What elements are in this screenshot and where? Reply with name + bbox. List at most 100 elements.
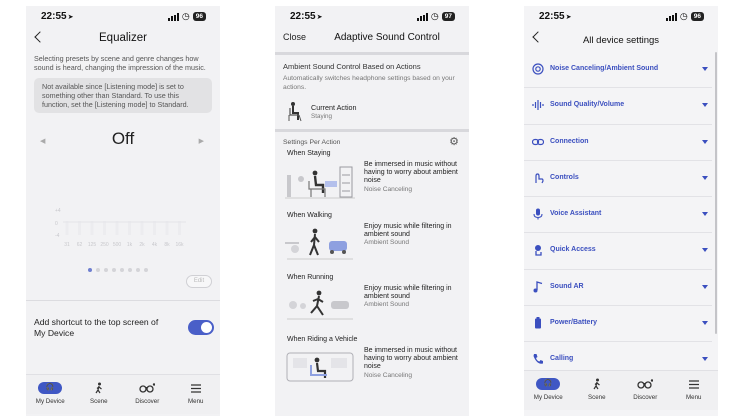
tab-scene[interactable]: Scene <box>574 371 620 401</box>
status-time: 22:55➤ <box>41 11 74 22</box>
page-dot[interactable] <box>136 268 140 272</box>
dropdown-arrow-icon <box>702 67 708 71</box>
headphones-icon: 🎧 <box>536 378 561 390</box>
page-dot[interactable] <box>112 268 116 272</box>
tab-my-device[interactable]: 🎧 My Device <box>525 371 571 401</box>
bottom-tab-bar: 🎧 My Device Scene Discover Menu <box>524 370 718 410</box>
action-item-staying[interactable]: When Staying Be immersed in music withou… <box>275 150 469 212</box>
vehicle-illustration-icon <box>286 352 354 382</box>
tab-my-device[interactable]: 🎧 My Device <box>27 375 73 405</box>
setting-label: Calling <box>550 355 574 363</box>
binoculars-icon <box>124 381 170 395</box>
setting-controls[interactable]: Controls <box>524 160 712 198</box>
eq-band-label: 62 <box>77 242 83 248</box>
headphones-icon: 🎧 <box>38 382 63 394</box>
hamburger-menu-icon <box>671 377 717 391</box>
action-item-walking[interactable]: When Walking Enjoy music while filtering… <box>275 212 469 274</box>
setting-label: Power/Battery <box>550 319 598 327</box>
status-bar: 22:55➤ ◷ 96 <box>524 6 718 26</box>
page-dot[interactable] <box>88 268 92 272</box>
tab-menu[interactable]: Menu <box>671 371 717 401</box>
setting-label: Controls <box>550 173 579 181</box>
battery-status: 96 <box>192 12 206 21</box>
running-illustration-icon <box>287 290 353 320</box>
action-mode: Ambient Sound <box>364 301 410 309</box>
eq-band-label: 500 <box>113 242 122 248</box>
page-dot[interactable] <box>96 268 100 272</box>
dropdown-arrow-icon <box>702 321 708 326</box>
settings-per-action-label: Settings Per Action <box>283 139 341 146</box>
gear-icon[interactable]: ⚙ <box>449 135 459 148</box>
microphone-icon <box>532 208 544 220</box>
tab-discover[interactable]: Discover <box>124 375 170 405</box>
setting-connection[interactable]: Connection <box>524 124 712 161</box>
shortcut-label: Add shortcut to the top screen of My Dev… <box>34 317 159 338</box>
music-note-icon <box>532 280 544 293</box>
status-bar: 22:55➤ ◷ 97 <box>275 6 469 26</box>
setting-noise-canceling[interactable]: Noise Canceling/Ambient Sound <box>524 52 712 89</box>
nav-bar: Close Adaptive Sound Control <box>275 26 469 52</box>
edit-button[interactable]: Edit <box>186 275 212 288</box>
setting-label: Quick Access <box>550 246 596 254</box>
binoculars-icon <box>622 377 668 391</box>
action-mode: Noise Canceling <box>364 371 413 379</box>
setting-power-battery[interactable]: Power/Battery <box>524 306 712 343</box>
settings-per-action-header: Settings Per Action ⚙ <box>275 132 469 150</box>
battery-status: 96 <box>690 12 704 21</box>
section-subtext: Automatically switches headphone setting… <box>283 75 455 91</box>
section-header: Ambient Sound Control Based on Actions <box>283 62 421 71</box>
next-preset-icon[interactable]: ▶ <box>199 137 204 145</box>
eq-band-label: 125 <box>88 242 97 248</box>
bottom-tab-bar: 🎧 My Device Scene Discover Menu <box>26 374 220 414</box>
equalizer-graph: +4 0 -4 31 62 125 250 500 1k 2k 4k 8k 16k <box>55 208 186 248</box>
status-bar: 22:55➤ ◷ 96 <box>26 6 220 26</box>
setting-sound-quality[interactable]: Sound Quality/Volume <box>524 88 712 125</box>
eq-band-label: 4k <box>152 242 158 248</box>
setting-label: Sound Quality/Volume <box>550 101 625 109</box>
eq-band-bar <box>128 221 131 235</box>
tab-label: Scene <box>89 398 108 405</box>
sitting-person-icon <box>288 102 302 122</box>
setting-label: Voice Assistant <box>550 210 602 218</box>
tab-menu[interactable]: Menu <box>173 375 219 405</box>
page-title: Equalizer <box>99 32 147 44</box>
action-item-running[interactable]: When Running Enjoy music while filtering… <box>275 274 469 336</box>
action-description: Enjoy music while filtering in ambient s… <box>364 223 452 239</box>
dropdown-arrow-icon <box>702 284 708 289</box>
close-button[interactable]: Close <box>283 32 306 42</box>
dropdown-arrow-icon <box>702 248 708 253</box>
walking-person-icon <box>76 381 122 395</box>
eq-band-bar <box>153 221 156 235</box>
setting-quick-access[interactable]: Quick Access <box>524 233 712 270</box>
eq-band-bar <box>165 221 169 235</box>
page-dot[interactable] <box>128 268 132 272</box>
tab-label: My Device <box>35 398 65 405</box>
eq-y-label: 0 <box>55 221 58 227</box>
quick-access-icon <box>532 244 544 257</box>
eq-band-bar <box>65 221 69 235</box>
settings-list: Noise Canceling/Ambient Sound Sound Qual… <box>524 52 712 379</box>
tab-scene[interactable]: Scene <box>76 375 122 405</box>
shortcut-toggle[interactable] <box>188 320 214 335</box>
eq-y-label: +4 <box>55 208 61 214</box>
phone-icon <box>532 353 544 365</box>
eq-band-bar <box>90 221 94 235</box>
page-title: All device settings <box>582 35 660 46</box>
page-title: Adaptive Sound Control <box>334 32 440 43</box>
tab-label: Scene <box>587 394 606 401</box>
page-dot[interactable] <box>104 268 108 272</box>
tab-discover[interactable]: Discover <box>622 371 668 401</box>
dropdown-arrow-icon <box>702 212 708 217</box>
setting-sound-ar[interactable]: Sound AR <box>524 269 712 307</box>
page-dot[interactable] <box>120 268 124 272</box>
walking-person-icon <box>574 377 620 391</box>
setting-voice-assistant[interactable]: Voice Assistant <box>524 197 712 234</box>
status-time: 22:55➤ <box>290 11 323 22</box>
eq-band-label: 250 <box>100 242 109 248</box>
action-item-vehicle[interactable]: When Riding a Vehicle Be immersed in mus… <box>275 336 469 398</box>
link-icon <box>532 136 544 148</box>
scrollbar[interactable] <box>715 52 717 334</box>
eq-band-label: 31 <box>64 242 70 248</box>
page-dot[interactable] <box>144 268 148 272</box>
action-name: When Riding a Vehicle <box>287 336 358 343</box>
